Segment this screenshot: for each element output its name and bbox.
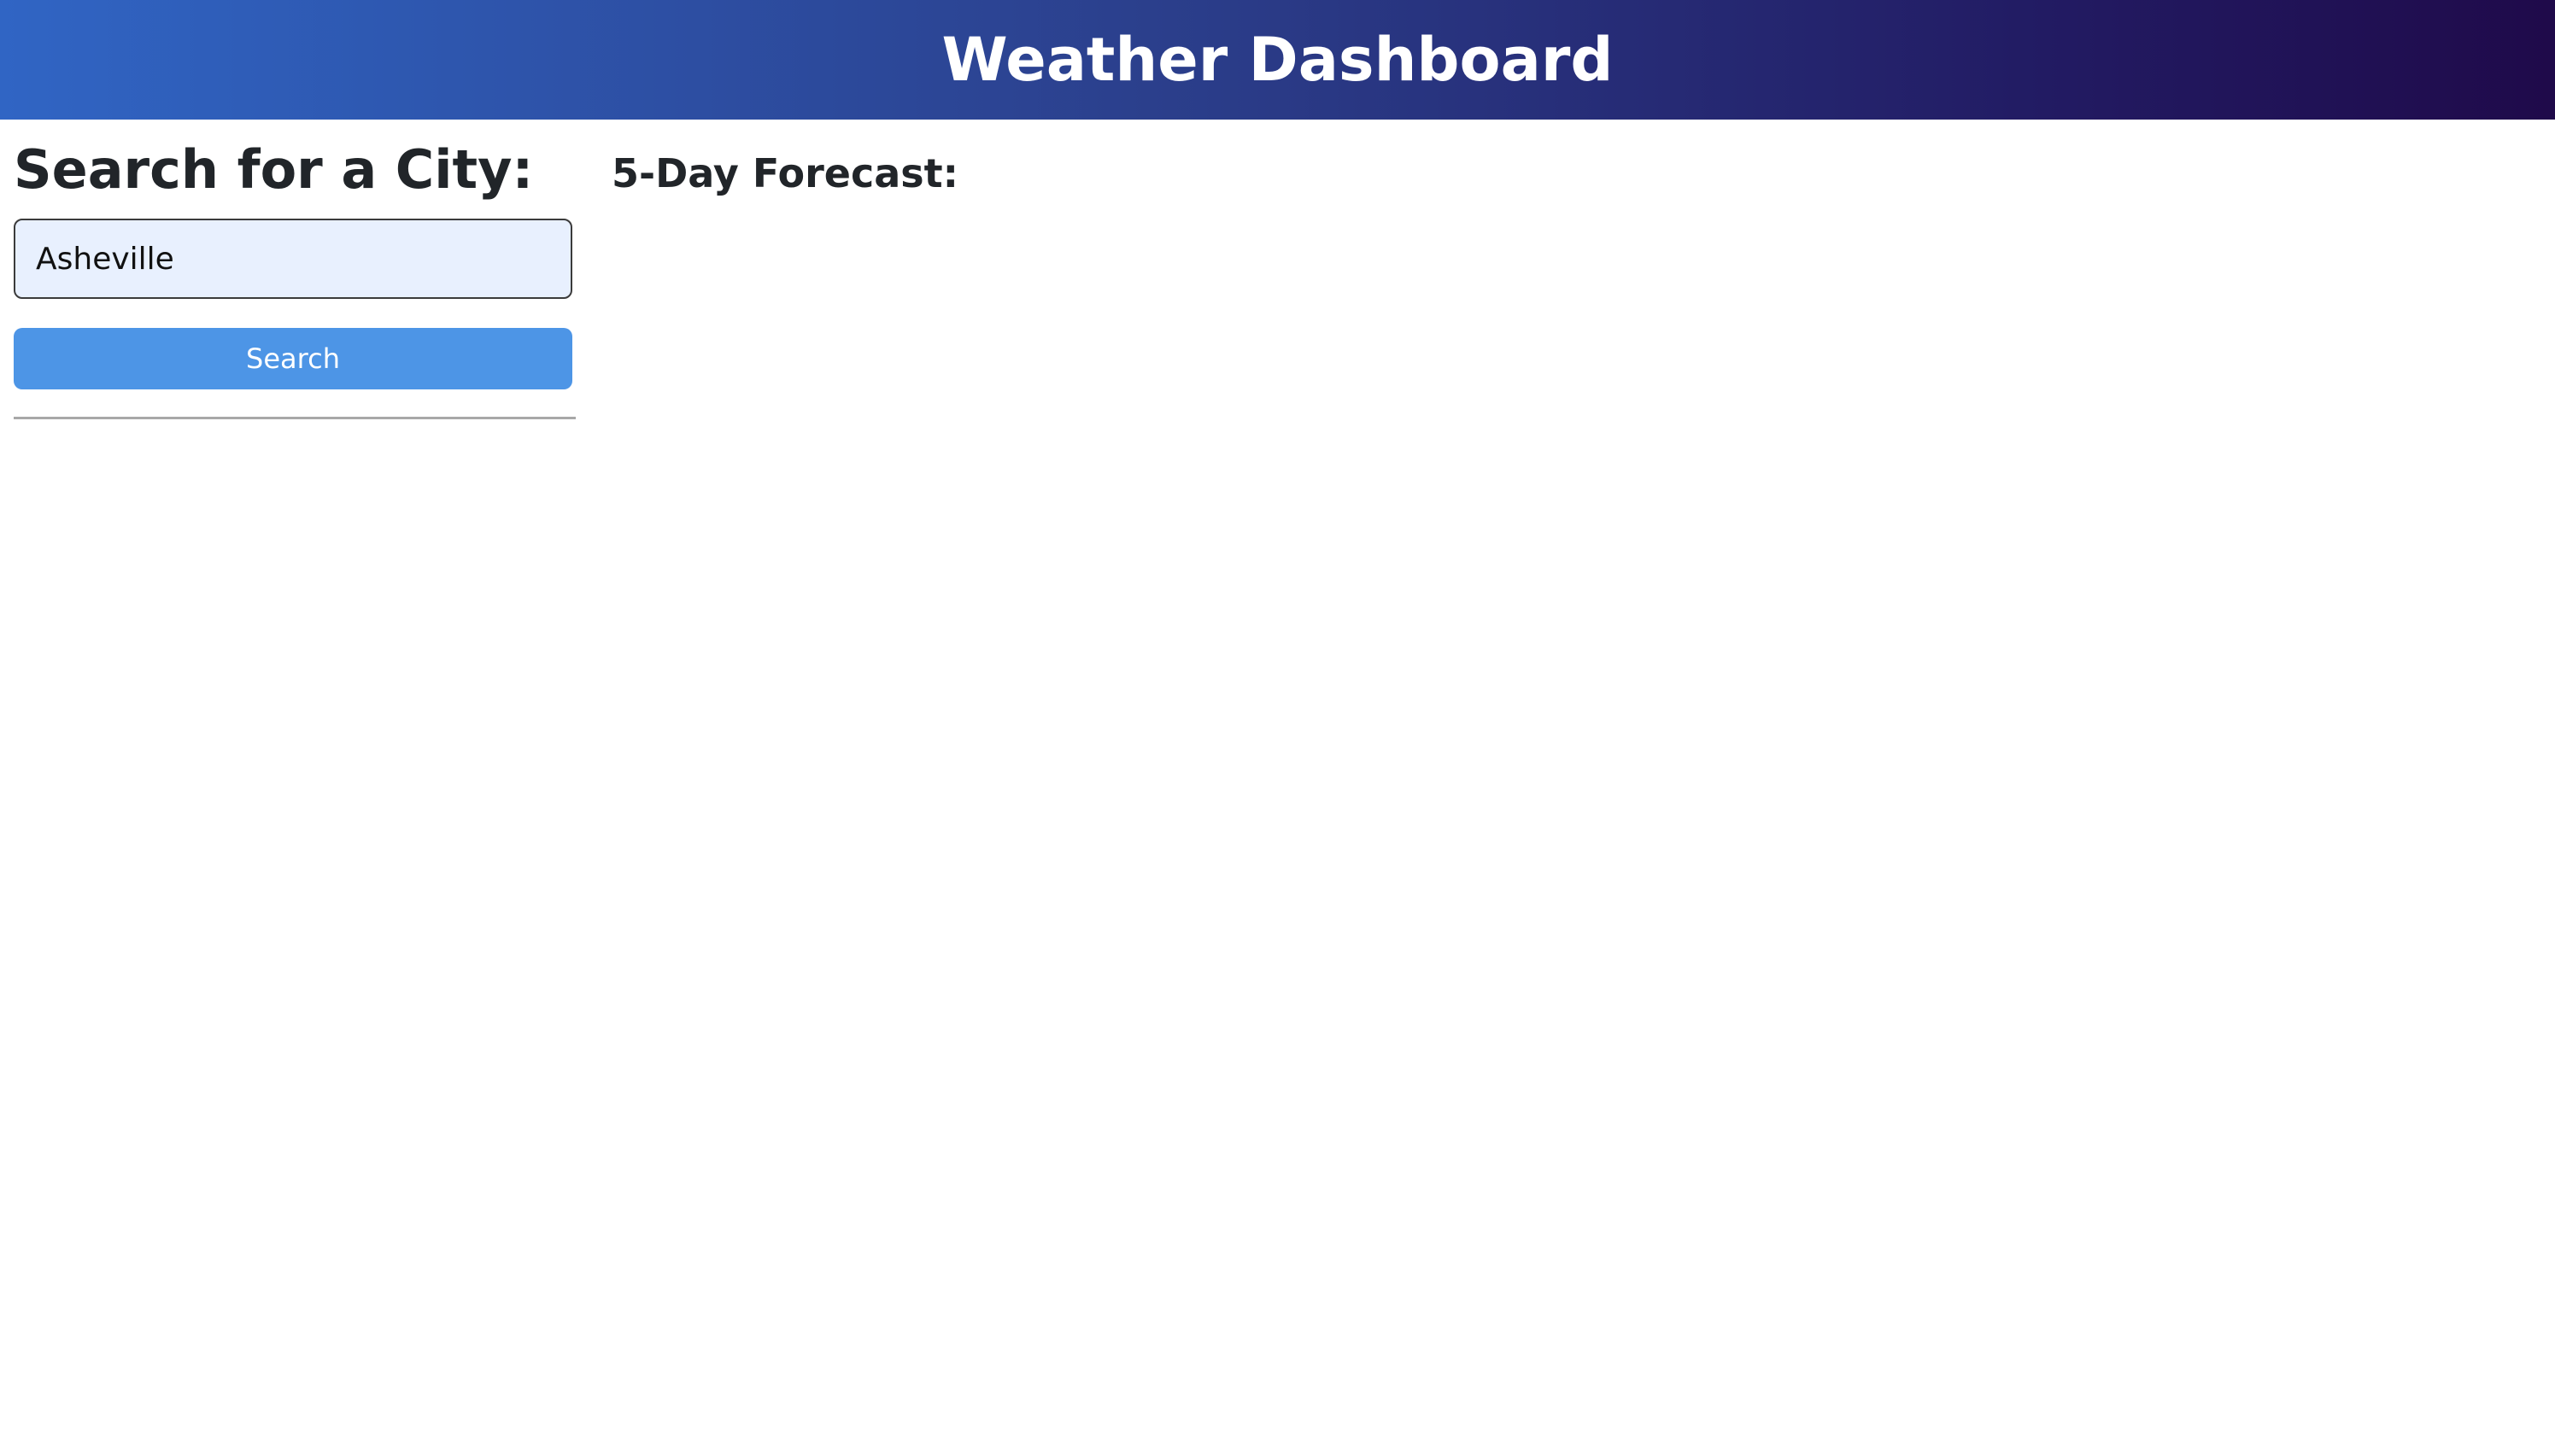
- app-header: Weather Dashboard: [0, 0, 2555, 120]
- sidebar-divider: [14, 417, 576, 419]
- forecast-heading: 5-Day Forecast:: [612, 150, 959, 196]
- app-title: Weather Dashboard: [941, 25, 1614, 95]
- search-heading: Search for a City:: [14, 138, 534, 201]
- city-search-input[interactable]: [14, 219, 572, 299]
- search-button[interactable]: Search: [14, 328, 572, 389]
